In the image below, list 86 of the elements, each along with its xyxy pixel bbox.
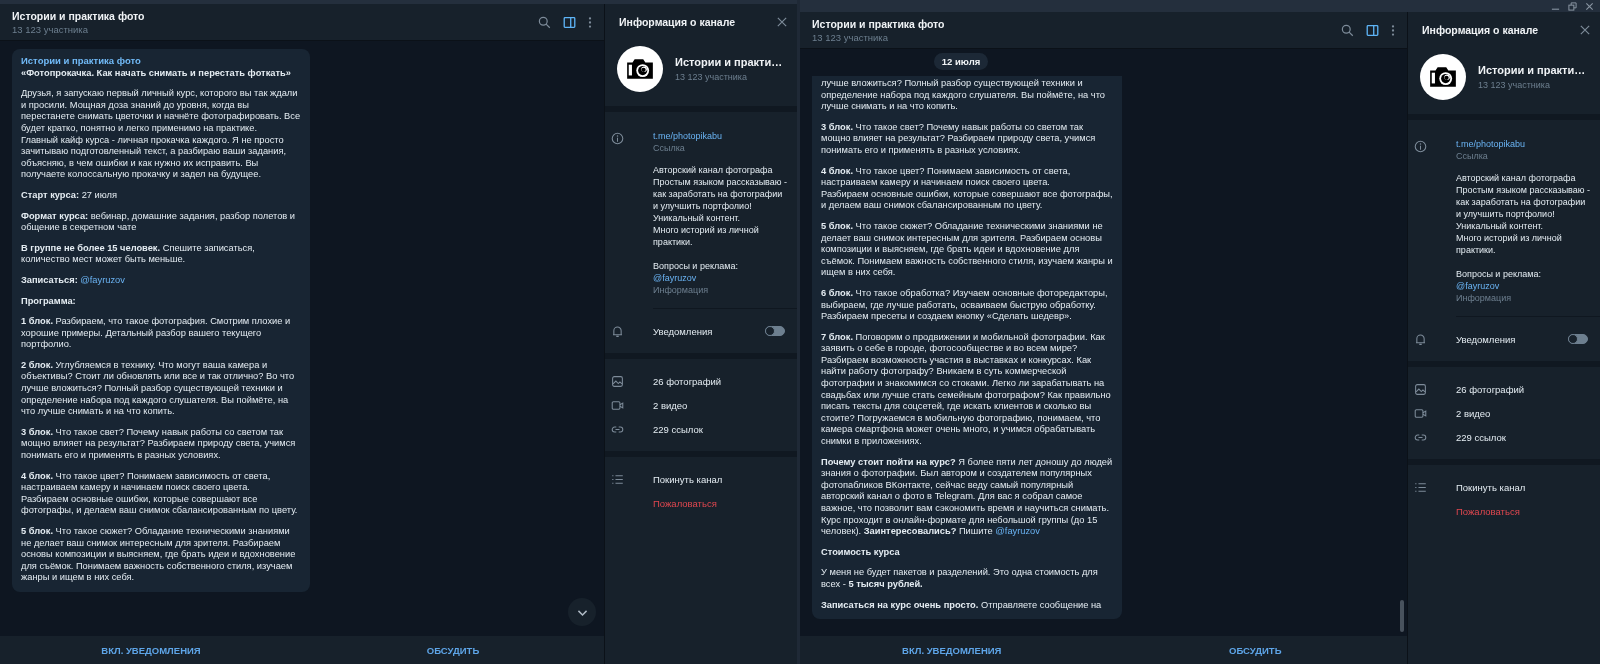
video-icon [1414,406,1427,420]
photo-icon [1414,382,1427,396]
info-icon [1414,140,1427,153]
close-icon[interactable] [1580,25,1590,35]
channel-description: Авторский канал фотографа Простым языком рассказываю - как заработать на фотографии и улучшить портфолио! Уникальный контент. Много историй из личной практики. [1456,172,1592,256]
search-icon[interactable] [1341,23,1354,37]
channel-name: Истории и практи… [1478,64,1586,76]
menu-icon[interactable] [1391,23,1395,37]
contact-label: Вопросы и реклама: [1456,268,1541,280]
scroll-down-button[interactable] [568,598,596,626]
message-paragraph: 7 блок. Поговорим о продвижении и мобильной фотографии. Как заявить о себе в городе, фотосообществе и во всем мире? Разбираем возможность участия в выставках и конкурсах. Как найти работу фотографу? Вникаем в суть коммерческой фотографии и знакомимся со стоками. Легко ли зарабатывать на свадьбах или лучше стать семейным фотографом? Как правильно писать тексты для соцсетей, где искать клиентов и сколько вы стоите? Погружаемся в мобильную фотографию, понимаем, что камера смартфона может очень много, и учимся обрабатывать снимки в приложениях. [821,331,1112,448]
sidebar-toggle-icon[interactable] [563,15,576,29]
close-icon[interactable] [777,17,787,27]
member-count: 13 123 участника [812,31,889,43]
notifications-toggle[interactable] [1568,334,1588,344]
report-item[interactable]: Пожаловаться [1456,505,1600,517]
notifications-toggle[interactable] [765,326,785,336]
message-paragraph: Друзья, я запускаю первый личный курс, которого вы так ждали и просили. Мощная доза знаний до уровня, когда вы перестанете снимать цветочки и начнёте фотографировать. Все будет кратко, понятно и легко применимо на практике. Главный кайф курса - личная прокачка каждого. Я не просто зачитываю подготовленный текст, а разбираю ваши задания, объясняю, в чем ошибки и как нужно их исправить. Вы получаете колоссальную прокачку и задел на будущее. [21,88,301,181]
media-count-item[interactable]: 229 ссылок [653,423,797,435]
bell-icon [611,324,624,338]
message-paragraph: 6 блок. Что такое обработка? Изучаем основные фоторедакторы, выбираем, где лучше работать, осваиваем быструю обработку. Разбираем пресеты и создаем кнопку «Сделать шедевр». [821,287,1109,323]
mention-link[interactable]: @fayruzov [80,274,125,285]
message-paragraph: В группе не более 15 человек. Спешите записаться, количество мест может быть меньше. [21,242,256,266]
panel-title: Информация о канале [619,16,737,28]
link-caption: Ссылка [653,142,685,154]
message-paragraph: 5 блок. Что такое сюжет? Обладание техническими знаниями не делает ваш снимок интересным для зрителя. Разбираем основы композиции и выясняем, где брать идеи и вдохновение для съёмок. Понимаем важность собственного стиля, изучаем жанры и ищем в них себя. [821,220,1113,279]
camera-icon [1428,65,1458,89]
message-paragraph: У меня не будет пакетов и разделений. Это одна стоимость для всех - 5 тысяч рублей. [821,567,1099,591]
description-caption: Информация [653,284,709,296]
panel-title: Информация о канале [1422,24,1540,36]
contact-link[interactable]: @fayruzov [1456,280,1500,292]
message-paragraph: Почему стоит пойти на курс? Я более пяти лет доношу до людей знания о фотографии. Был автором и создателем популярных фотопабликов ВКонтакте, сейчас веду самый популярный авторский канал о фото в Telegram. Для вас я собрал самое важное, что позволит вам сэкономить время и научиться снимать. Курс проходит в онлайн-формате для небольшой группы (до 15 человек). Заинтересовались? Пишите @fayruzov [821,456,1113,538]
notifications-label: Уведомления [653,325,714,337]
link-caption: Ссылка [1456,150,1488,162]
media-count-item[interactable]: 2 видео [1456,407,1600,419]
notifications-label: Уведомления [1456,333,1517,345]
contact-label: Вопросы и реклама: [653,260,738,272]
bell-icon [1414,332,1427,346]
channel-name: Истории и практи… [675,56,783,68]
leave-channel-item[interactable]: Покинуть канал [1456,481,1600,493]
list-icon [611,472,624,486]
list-icon [1414,480,1427,494]
message-paragraph: Записаться на курс очень просто. Отправляете сообщение на [821,599,1103,612]
message-paragraph: 3 блок. Что такое свет? Почему навык работы со светом так мощно влияет на результат? Разбираем природу света, учимся понимать его и применять в разных условиях. [821,121,1097,157]
message-paragraph: Записаться: @fayruzov [21,274,126,287]
message-paragraph: Старт курса: 27 июля [21,189,118,202]
channel-description: Авторский канал фотографа Простым языком рассказываю - как заработать на фотографии и улучшить портфолио! Уникальный контент. Много историй из личной практики. [653,164,789,248]
message-paragraph: лучше вложиться? Полный разбор существующей техники и определение набора под каждого слушателя. Вы поймёте, на что лучше снимать и на что копить. [821,78,1106,113]
channel-link[interactable]: t.me/photopikabu [1456,138,1526,150]
chat-title: Истории и практика фото [812,17,946,30]
scrollbar-thumb[interactable] [1400,600,1404,632]
message-heading: «Фотопрокачка. Как начать снимать и перестать фоткать» [21,67,292,80]
message-paragraph: 3 блок. Что такое свет? Почему навык работы со светом так мощно влияет на результат? Разбираем природу света, учимся понимать его и применять в разных условиях. [21,426,297,462]
photo-icon [611,374,624,388]
media-count-item[interactable]: 2 видео [653,399,797,411]
message-author[interactable]: Истории и практика фото [21,55,141,67]
chat-title: Истории и практика фото [12,9,146,22]
sidebar-toggle-icon[interactable] [1366,23,1379,37]
report-item[interactable]: Пожаловаться [653,497,797,509]
menu-icon[interactable] [588,15,592,29]
message-paragraph: 5 блок. Что такое сюжет? Обладание техническими знаниями не делает ваш снимок интересным для зрителя. Разбираем основы композиции и выясняем, где брать идеи и вдохновение для съёмок. Понимаем важность собственного стиля, изучаем жанры и ищем в них себя. [21,526,297,584]
close-icon[interactable] [1585,1,1594,11]
media-count-item[interactable]: 229 ссылок [1456,431,1600,443]
restore-icon[interactable] [1568,1,1577,11]
message-paragraph: 1 блок. Разбираем, что такое фотография. Смотрим плохие и хорошие примеры. Детальный разбор вашего текущего портфолио. [21,316,292,351]
date-badge: 12 июля [933,53,989,70]
member-count: 13 123 участника [1478,80,1551,90]
mention-link[interactable]: @fayruzov [995,526,1040,537]
description-caption: Информация [1456,292,1512,304]
member-count: 13 123 участника [675,72,748,82]
media-count-item[interactable]: 26 фотографий [1456,383,1600,395]
message-paragraph: 4 блок. Что такое цвет? Понимаем зависимость от света, настраиваем камеру и начинаем поиск своего цвета. Разбираем основные ошибки, которые совершают все фотографы, и делаем ваш снимок сбалансированным по цвету. [21,470,299,517]
video-icon [611,398,624,412]
media-count-item[interactable]: 26 фотографий [653,375,797,387]
message-paragraph: 2 блок. Углубляемся в технику. Что могут ваша камера и объективы? Стоит ли обновлять или все и так отлично? Во что лучше вложиться? Полный разбор существующей техники и определение набора под каждого слушателя. Вы поймёте, на что лучше снимать и на что копить. [21,359,296,418]
channel-link[interactable]: t.me/photopikabu [653,130,723,142]
message-heading: Стоимость курса [821,546,901,559]
camera-icon [625,57,655,81]
info-icon [611,132,624,145]
message-paragraph: 4 блок. Что такое цвет? Понимаем зависимость от света, настраиваем камеру и начинаем поиск своего цвета. Разбираем основные ошибки, которые совершают все фотографы, и делаем ваш снимок сбалансированным по цвету. [821,165,1113,212]
search-icon[interactable] [538,15,551,29]
contact-link[interactable]: @fayruzov [653,272,697,284]
message-paragraph: Формат курса: вебинар, домашние задания, разбор полетов и общение в секретном чате [21,210,297,234]
message-heading: Программа: [21,295,77,308]
member-count: 13 123 участника [12,23,89,35]
leave-channel-item[interactable]: Покинуть канал [653,473,797,485]
